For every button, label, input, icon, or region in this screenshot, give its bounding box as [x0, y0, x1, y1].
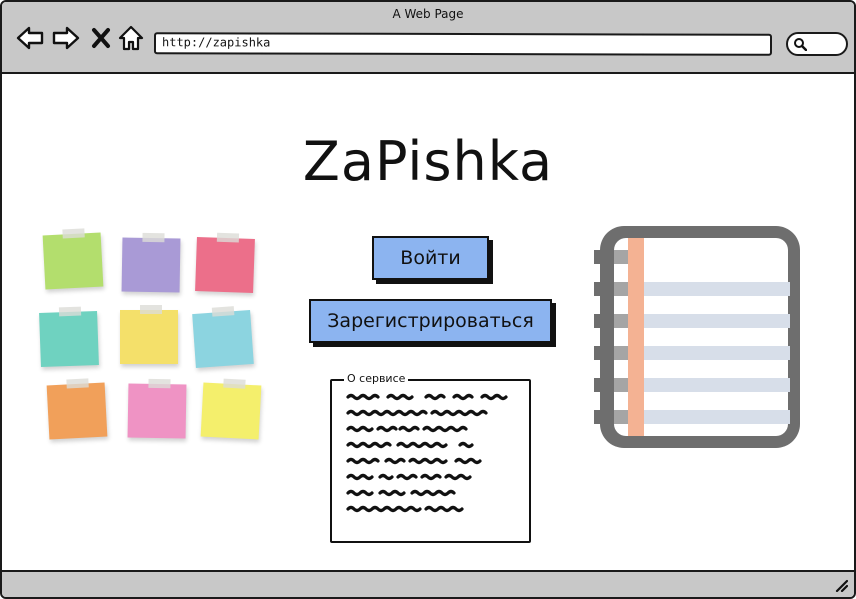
sticky-note [195, 232, 255, 293]
window-title: A Web Page [392, 7, 464, 21]
sticky-notes-image [20, 216, 275, 458]
page-title: ZaPishka [302, 130, 554, 193]
browser-window: A Web Page http://zapishka ZaPishka Войт… [0, 0, 856, 599]
close-x-icon[interactable] [90, 24, 112, 52]
login-button[interactable]: Войти [372, 236, 489, 280]
resize-grip-icon[interactable] [834, 578, 848, 592]
register-button[interactable]: Зарегистрироваться [309, 299, 552, 343]
sticky-note [39, 306, 99, 367]
about-service-legend: О сервисе [344, 372, 409, 385]
browser-toolbar: A Web Page http://zapishka [2, 2, 854, 74]
back-arrow-icon[interactable] [16, 24, 44, 52]
search-field[interactable] [786, 32, 848, 56]
forward-arrow-icon[interactable] [52, 24, 80, 52]
sticky-note [120, 305, 178, 364]
sticky-note [192, 306, 254, 368]
sticky-note [42, 228, 104, 290]
sticky-note [121, 232, 181, 293]
home-icon[interactable] [117, 24, 145, 52]
browser-status-bar [2, 570, 854, 597]
address-bar[interactable]: http://zapishka [153, 32, 773, 56]
placeholder-text-scribble [346, 393, 508, 513]
search-icon [794, 38, 807, 51]
sticky-note [127, 378, 187, 439]
sticky-note [46, 378, 108, 440]
url-text: http://zapishka [161, 35, 271, 50]
about-service-panel: О сервисе [330, 372, 531, 543]
notebook-image [592, 218, 808, 456]
sticky-note [200, 378, 262, 440]
